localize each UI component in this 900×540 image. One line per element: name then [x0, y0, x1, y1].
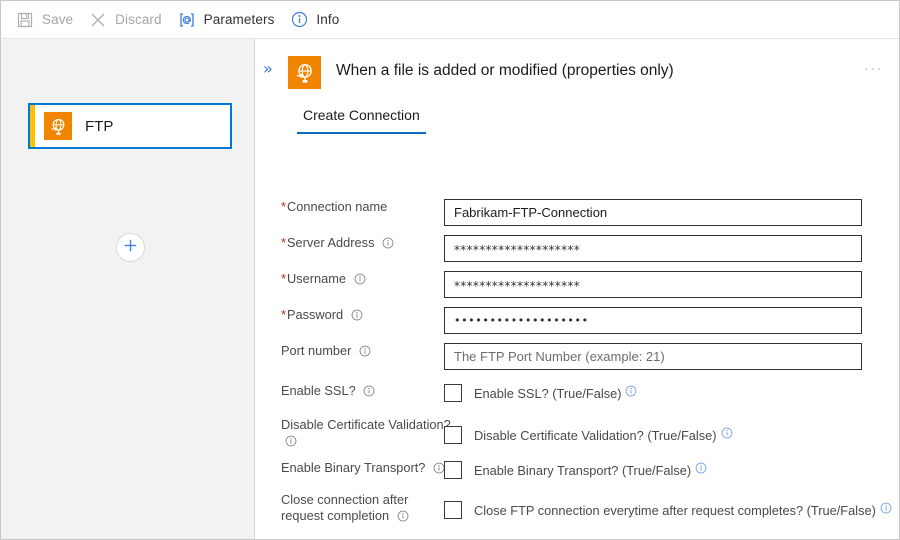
designer-canvas-panel: FTP — [1, 39, 255, 539]
ftp-card-label: FTP — [85, 118, 113, 135]
disable-cert-validation-checkbox-label: Disable Certificate Validation? (True/Fa… — [474, 428, 717, 443]
info-icon[interactable] — [354, 273, 366, 289]
tab-create-connection[interactable]: Create Connection — [297, 107, 426, 134]
info-icon[interactable] — [880, 501, 892, 519]
close-connection-label: Close connection after request completio… — [281, 492, 451, 526]
required-marker: * — [281, 235, 286, 250]
enable-ssl-checkbox-label: Enable SSL? (True/False) — [474, 386, 621, 401]
plus-icon — [123, 238, 138, 258]
info-icon — [289, 10, 309, 30]
username-label: *Username — [281, 271, 451, 289]
info-icon[interactable] — [397, 510, 409, 526]
info-icon[interactable] — [382, 237, 394, 253]
connection-name-input[interactable]: Fabrikam-FTP-Connection — [444, 199, 862, 226]
password-input[interactable]: ••••••••••••••••••• — [444, 307, 862, 334]
enable-ssl-checkbox[interactable] — [444, 384, 462, 402]
disable-cert-validation-checkbox[interactable] — [444, 426, 462, 444]
discard-icon — [88, 10, 108, 30]
connection-name-label: *Connection name — [281, 199, 451, 215]
info-icon[interactable] — [359, 345, 371, 361]
discard-button[interactable]: Discard — [84, 5, 170, 35]
save-label: Save — [42, 12, 73, 27]
card-accent-bar — [30, 105, 35, 147]
password-label: *Password — [281, 307, 451, 325]
info-button[interactable]: Info — [285, 5, 348, 35]
discard-label: Discard — [115, 12, 161, 27]
info-icon[interactable] — [351, 309, 363, 325]
save-icon — [15, 10, 35, 30]
enable-binary-transport-label: Enable Binary Transport? — [281, 460, 451, 478]
expand-chevron-icon[interactable]: » — [263, 61, 273, 77]
operation-title: When a file is added or modified (proper… — [336, 62, 674, 80]
info-icon[interactable] — [721, 426, 733, 444]
ftp-connector-icon — [44, 112, 72, 140]
add-step-button[interactable] — [116, 233, 145, 262]
disable-cert-validation-checkbox-row: Disable Certificate Validation? (True/Fa… — [444, 426, 733, 444]
username-input[interactable]: ******************** — [444, 271, 862, 298]
operation-icon-wrap — [288, 56, 321, 89]
close-connection-checkbox-label: Close FTP connection everytime after req… — [474, 503, 876, 518]
more-options-icon[interactable]: ··· — [864, 61, 884, 76]
server-address-label: *Server Address — [281, 235, 451, 253]
enable-binary-transport-checkbox-row: Enable Binary Transport? (True/False) — [444, 461, 707, 479]
toolbar: Save Discard Parameters — [1, 1, 899, 39]
enable-binary-transport-checkbox-label: Enable Binary Transport? (True/False) — [474, 463, 691, 478]
info-icon[interactable] — [285, 435, 297, 451]
ftp-action-card[interactable]: FTP — [28, 103, 232, 149]
server-address-input[interactable]: ******************** — [444, 235, 862, 262]
ftp-connection-window: Save Discard Parameters — [0, 0, 900, 540]
info-icon[interactable] — [363, 385, 375, 401]
port-number-input[interactable]: The FTP Port Number (example: 21) — [444, 343, 862, 370]
ftp-connector-icon — [288, 56, 321, 89]
parameters-button[interactable]: Parameters — [173, 5, 284, 35]
save-button[interactable]: Save — [11, 5, 82, 35]
required-marker: * — [281, 271, 286, 286]
connection-details-panel: » When a file is added or modified (prop… — [256, 39, 899, 539]
tab-strip: Create Connection — [297, 107, 426, 134]
parameters-label: Parameters — [204, 12, 275, 27]
close-connection-checkbox-row: Close FTP connection everytime after req… — [444, 501, 892, 519]
parameters-icon — [177, 10, 197, 30]
info-label: Info — [316, 12, 339, 27]
enable-binary-transport-checkbox[interactable] — [444, 461, 462, 479]
info-icon[interactable] — [695, 461, 707, 479]
required-marker: * — [281, 307, 286, 322]
enable-ssl-checkbox-row: Enable SSL? (True/False) — [444, 384, 637, 402]
port-number-label: Port number — [281, 343, 451, 361]
close-connection-checkbox[interactable] — [444, 501, 462, 519]
info-icon[interactable] — [625, 384, 637, 402]
required-marker: * — [281, 199, 286, 214]
disable-cert-validation-label: Disable Certificate Validation? — [281, 417, 451, 451]
enable-ssl-label: Enable SSL? — [281, 383, 451, 401]
